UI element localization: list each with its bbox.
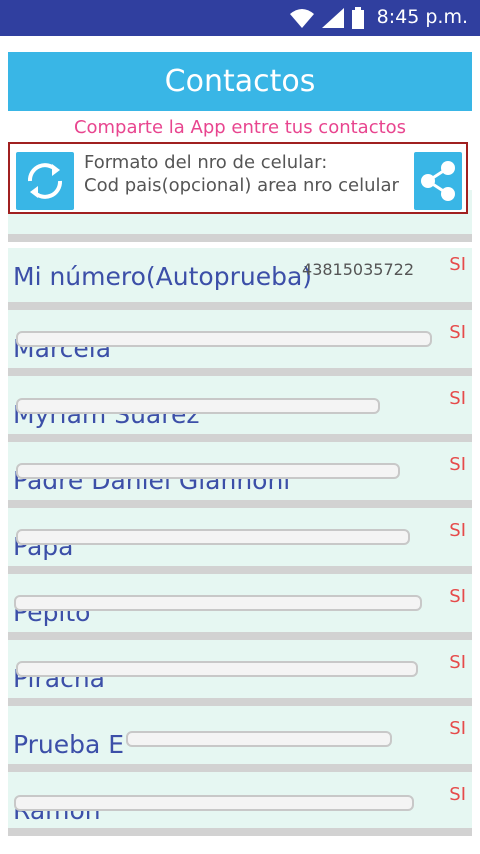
signal-icon — [322, 8, 344, 28]
row-divider — [8, 566, 472, 574]
redaction-mark — [14, 795, 414, 811]
row-divider — [8, 234, 472, 242]
redaction-mark — [16, 529, 410, 545]
share-app-prompt[interactable]: Comparte la App entre tus contactos — [0, 117, 480, 138]
format-hint-title: Formato del nro de celular: — [84, 152, 328, 173]
contact-flag: SI — [449, 586, 466, 607]
contact-flag: SI — [449, 388, 466, 409]
contact-flag: SI — [449, 322, 466, 343]
redaction-mark — [126, 731, 392, 747]
redaction-mark — [16, 463, 400, 479]
row-divider — [8, 632, 472, 640]
sync-icon — [28, 163, 62, 199]
contact-flag: SI — [449, 520, 466, 541]
contact-flag: SI — [449, 718, 466, 739]
contact-flag: SI — [449, 784, 466, 805]
contact-row[interactable]: Mi número(Autoprueba) 43815035722 SI — [8, 248, 472, 306]
status-time: 8:45 p.m. — [376, 6, 468, 28]
number-format-box: Formato del nro de celular: Cod pais(opc… — [8, 142, 468, 214]
wifi-icon — [290, 9, 314, 28]
redaction-mark — [16, 331, 432, 347]
format-hint-detail: Cod pais(opcional) area nro celular — [84, 175, 399, 196]
share-icon — [421, 161, 455, 201]
row-divider — [8, 828, 472, 836]
row-divider — [8, 500, 472, 508]
contact-name: Prueba E — [13, 730, 125, 759]
status-bar: 8:45 p.m. — [0, 0, 480, 36]
row-divider — [8, 698, 472, 706]
battery-icon — [352, 7, 364, 29]
sync-button[interactable] — [16, 152, 74, 210]
row-divider — [8, 302, 472, 310]
redaction-mark — [16, 398, 380, 414]
row-divider — [8, 368, 472, 376]
redaction-mark — [14, 595, 422, 611]
row-divider — [8, 764, 472, 772]
share-button[interactable] — [414, 152, 462, 210]
contact-flag: SI — [449, 652, 466, 673]
page-title: Contactos — [8, 52, 472, 111]
contact-list[interactable]: Marcela De Livio Mi número(Autoprueba) 4… — [8, 190, 472, 854]
contact-name: Mi número(Autoprueba) — [13, 262, 313, 291]
contact-flag: SI — [449, 254, 466, 275]
contact-number: 43815035722 — [302, 260, 414, 279]
status-icons — [290, 7, 364, 29]
contact-flag: SI — [449, 454, 466, 475]
redaction-mark — [16, 661, 418, 677]
row-divider — [8, 434, 472, 442]
